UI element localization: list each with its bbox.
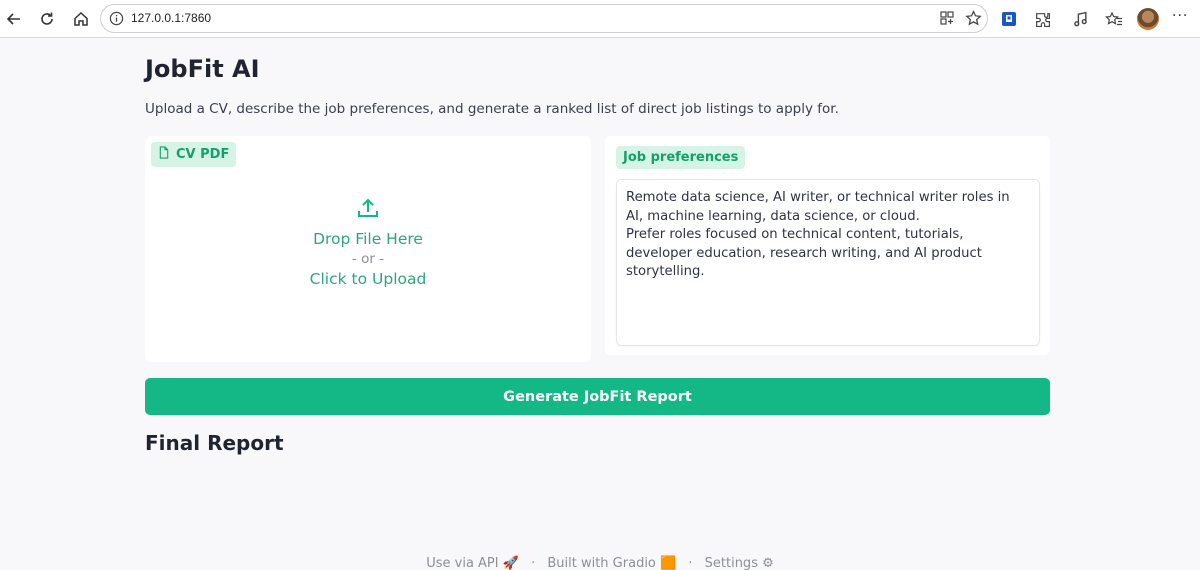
favorites-icon[interactable] <box>1103 8 1125 30</box>
final-report-title: Final Report <box>145 431 284 455</box>
footer-separator: · <box>531 556 536 570</box>
built-with-gradio-text: Built with Gradio <box>547 556 656 570</box>
click-to-upload-text[interactable]: Click to Upload <box>145 270 591 288</box>
settings-link[interactable]: Settings ⚙ <box>705 556 774 570</box>
extension-shield-icon[interactable] <box>998 8 1020 30</box>
footer-separator: · <box>688 556 693 570</box>
cv-pdf-label: CV PDF <box>151 142 237 167</box>
home-icon[interactable] <box>70 8 92 30</box>
more-menu-icon[interactable]: ··· <box>1172 8 1188 24</box>
extensions-puzzle-icon[interactable] <box>1031 8 1053 30</box>
or-text: - or - <box>351 251 385 267</box>
gear-icon: ⚙ <box>762 556 774 570</box>
settings-text: Settings <box>704 556 758 570</box>
use-via-api-text: Use via API <box>426 556 499 570</box>
use-via-api-link[interactable]: Use via API 🚀 <box>426 556 519 570</box>
job-preferences-textarea[interactable]: Remote data science, AI writer, or techn… <box>616 179 1040 346</box>
job-preferences-panel: Job preferences Remote data science, AI … <box>605 136 1050 355</box>
file-drop-zone[interactable]: Drop File Here - or - Click to Upload <box>145 196 591 288</box>
page-description: Upload a CV, describe the job preference… <box>145 101 839 117</box>
generate-report-button[interactable]: Generate JobFit Report <box>145 378 1050 415</box>
cv-upload-panel[interactable]: CV PDF Drop File Here - or - Click to Up… <box>145 136 591 362</box>
rocket-icon: 🚀 <box>502 556 519 570</box>
built-with-gradio-link[interactable]: Built with Gradio 🟧 <box>547 556 676 570</box>
cv-pdf-label-text: CV PDF <box>176 147 230 162</box>
footer: Use via API 🚀 · Built with Gradio 🟧 · Se… <box>0 556 1200 570</box>
refresh-icon[interactable] <box>36 8 58 30</box>
browser-toolbar: 127.0.0.1:7860 ··· <box>0 0 1200 38</box>
job-preferences-label: Job preferences <box>616 146 746 169</box>
favorite-star-icon[interactable] <box>965 10 982 31</box>
site-info-icon[interactable] <box>109 11 124 30</box>
media-music-icon[interactable] <box>1069 8 1091 30</box>
address-bar[interactable]: 127.0.0.1:7860 <box>100 4 988 33</box>
url-text[interactable]: 127.0.0.1:7860 <box>131 11 211 25</box>
back-arrow-icon[interactable] <box>3 8 25 30</box>
app-available-icon[interactable] <box>939 10 955 30</box>
file-icon <box>158 146 170 163</box>
drop-file-text: Drop File Here <box>313 230 423 248</box>
page-title: JobFit AI <box>145 55 260 83</box>
profile-avatar[interactable] <box>1137 8 1159 30</box>
gradio-logo-icon: 🟧 <box>660 556 677 570</box>
upload-icon <box>145 196 591 224</box>
